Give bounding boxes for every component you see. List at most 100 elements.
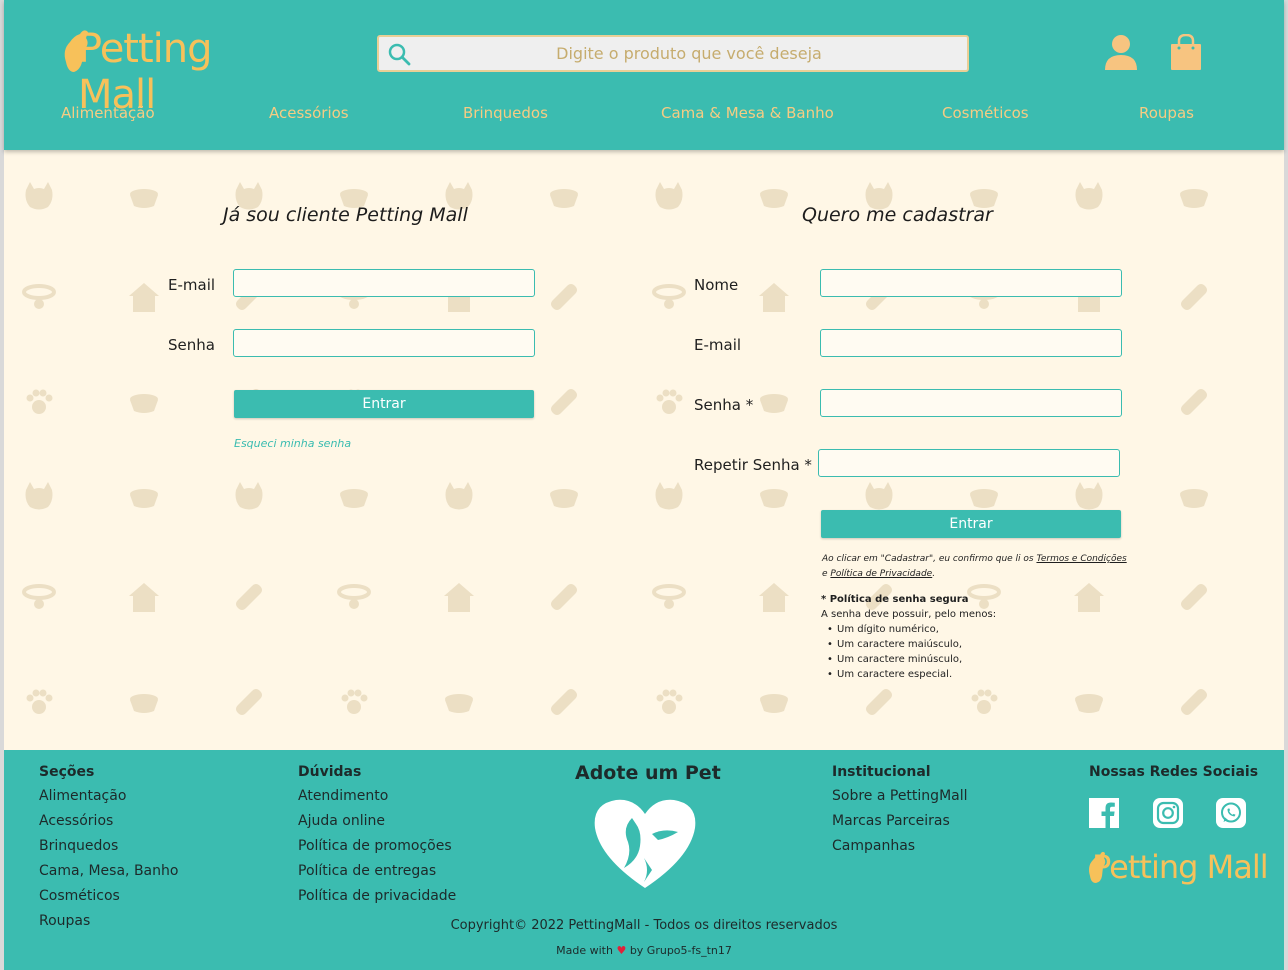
footer-link[interactable]: Política de promoções (298, 834, 456, 859)
footer-logo[interactable]: Petting Mall (1086, 844, 1269, 894)
paw-pattern-icon (656, 389, 683, 414)
page: Petting Mall Alimentação Acessórios Brin… (4, 0, 1284, 970)
user-icon[interactable] (1104, 34, 1138, 70)
nav-item-roupas[interactable]: Roupas (1139, 104, 1194, 122)
cat-pattern-icon (865, 482, 893, 510)
cat-pattern-icon (25, 182, 53, 210)
forgot-password-link[interactable]: Esqueci minha senha (234, 437, 351, 450)
shopping-bag-icon[interactable] (1170, 34, 1202, 70)
login-password-label: Senha (168, 336, 215, 354)
bowl-pattern-icon (760, 189, 788, 208)
terms-link[interactable]: Termos e Condições (1036, 554, 1126, 564)
bowl-pattern-icon (130, 694, 158, 713)
collar-pattern-icon (652, 284, 686, 309)
policy-rule: Um caractere especial. (827, 667, 1121, 682)
paw-pattern-icon (971, 689, 998, 714)
house-pattern-icon (129, 283, 159, 312)
footer-link[interactable]: Sobre a PettingMall (832, 784, 968, 809)
paw-pattern-icon (656, 689, 683, 714)
main-content: Já sou cliente Petting Mall E-mail Senha… (4, 150, 1284, 750)
footer-link[interactable]: Atendimento (298, 784, 456, 809)
register-email-label: E-mail (694, 336, 742, 354)
login-submit-button[interactable]: Entrar (234, 390, 534, 418)
footer-link[interactable]: Marcas Parceiras (832, 809, 968, 834)
footer-social-title: Nossas Redes Sociais (1089, 764, 1259, 780)
house-pattern-icon (759, 283, 789, 312)
bowl-pattern-icon (970, 489, 998, 508)
search-input[interactable] (419, 37, 959, 70)
logo[interactable]: Petting Mall (60, 16, 270, 118)
footer-link[interactable]: Cama, Mesa, Banho (39, 859, 178, 884)
made-with-prefix: Made with (556, 944, 613, 957)
copyright: Copyright© 2022 PettingMall - Todos os d… (450, 918, 838, 933)
footer-link[interactable]: Brinquedos (39, 834, 178, 859)
cat-pattern-icon (655, 182, 683, 210)
login-email-input[interactable] (233, 269, 535, 297)
register-password-input[interactable] (820, 389, 1122, 417)
register-title: Quero me cadastrar (802, 204, 993, 226)
footer-link[interactable]: Política de privacidade (298, 884, 456, 909)
bowl-pattern-icon (340, 489, 368, 508)
login-title: Já sou cliente Petting Mall (223, 204, 468, 226)
terms-prefix: Ao clicar em "Cadastrar", eu confirmo qu… (822, 554, 1037, 564)
register-submit-button[interactable]: Entrar (821, 510, 1121, 538)
bone-pattern-icon (551, 284, 577, 310)
register-repeat-password-label: Repetir Senha * (694, 456, 812, 474)
cat-pattern-icon (655, 482, 683, 510)
register-name-label: Nome (694, 276, 739, 294)
policy-rule: Um dígito numérico, (827, 622, 1121, 637)
facebook-icon[interactable] (1089, 798, 1119, 828)
footer-logo-text: Petting Mall (1092, 848, 1269, 886)
search-icon[interactable] (387, 42, 411, 66)
footer-link[interactable]: Ajuda online (298, 809, 456, 834)
bone-pattern-icon (236, 689, 262, 715)
bowl-pattern-icon (550, 489, 578, 508)
bone-pattern-icon (1181, 689, 1207, 715)
footer-doubts-title: Dúvidas (298, 764, 362, 780)
footer-social: Nossas Redes Sociais (1089, 764, 1258, 784)
bone-pattern-icon (1181, 584, 1207, 610)
nav-item-brinquedos[interactable]: Brinquedos (463, 104, 548, 122)
bowl-pattern-icon (760, 489, 788, 508)
policy-title: * Política de senha segura (821, 594, 969, 605)
bone-pattern-icon (1181, 284, 1207, 310)
footer-link[interactable]: Acessórios (39, 809, 178, 834)
bone-pattern-icon (1181, 389, 1207, 415)
privacy-link[interactable]: Política de Privacidade (830, 569, 932, 579)
footer-link[interactable]: Alimentação (39, 784, 178, 809)
cat-pattern-icon (1075, 482, 1103, 510)
nav-item-cama-mesa-banho[interactable]: Cama & Mesa & Banho (661, 104, 834, 122)
bowl-pattern-icon (760, 394, 788, 413)
collar-pattern-icon (22, 584, 56, 609)
adopt-title: Adote um Pet (575, 762, 721, 784)
policy-rule: Um caractere minúsculo, (827, 652, 1121, 667)
collar-pattern-icon (652, 584, 686, 609)
bowl-pattern-icon (130, 394, 158, 413)
login-password-input[interactable] (233, 329, 535, 357)
footer-link[interactable]: Campanhas (832, 834, 968, 859)
whatsapp-icon[interactable] (1216, 798, 1246, 828)
footer-institutional: Institucional Sobre a PettingMall Marcas… (832, 764, 968, 859)
bowl-pattern-icon (760, 694, 788, 713)
register-name-input[interactable] (820, 269, 1122, 297)
password-policy: * Política de senha segura A senha deve … (821, 592, 1121, 682)
register-repeat-password-input[interactable] (818, 449, 1120, 477)
register-email-input[interactable] (820, 329, 1122, 357)
cat-pattern-icon (25, 482, 53, 510)
cat-pattern-icon (1075, 182, 1103, 210)
nav-item-cosmeticos[interactable]: Cosméticos (942, 104, 1029, 122)
bowl-pattern-icon (1180, 189, 1208, 208)
cat-pattern-icon (235, 482, 263, 510)
paw-pattern-icon (341, 689, 368, 714)
bone-pattern-icon (551, 689, 577, 715)
bone-pattern-icon (551, 584, 577, 610)
nav-item-acessorios[interactable]: Acessórios (269, 104, 349, 122)
adopt-heart-icon[interactable] (592, 798, 698, 890)
footer-link[interactable]: Cosméticos (39, 884, 178, 909)
nav-item-alimentacao[interactable]: Alimentação (61, 104, 155, 122)
footer-link[interactable]: Política de entregas (298, 859, 456, 884)
bowl-pattern-icon (445, 694, 473, 713)
paw-pattern-icon (26, 689, 53, 714)
site-header: Petting Mall Alimentação Acessórios Brin… (4, 0, 1284, 150)
instagram-icon[interactable] (1153, 798, 1183, 828)
